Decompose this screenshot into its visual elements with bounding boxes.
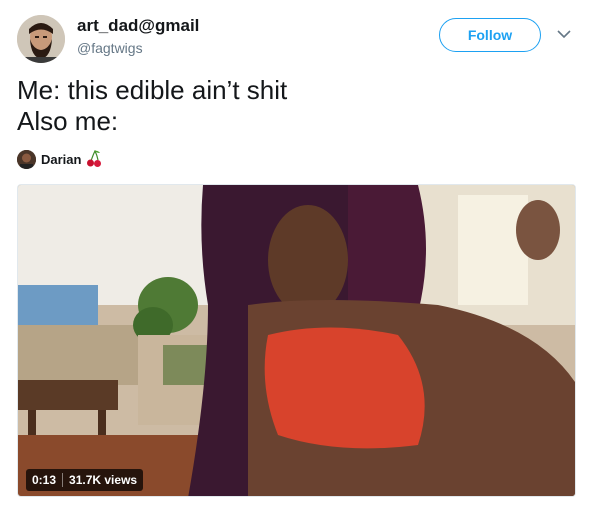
- bearded-man-avatar-icon: [17, 15, 65, 63]
- author-display-name[interactable]: art_dad@gmail: [77, 16, 199, 36]
- tweet-text-line-2: Also me:: [17, 106, 119, 136]
- chevron-down-icon[interactable]: [556, 28, 572, 40]
- author-handle[interactable]: @fagtwigs: [77, 40, 143, 56]
- media-credit[interactable]: Darian: [17, 148, 102, 170]
- badge-divider: [62, 473, 64, 487]
- video-stats-badge: 0:13 31.7K views: [26, 469, 144, 491]
- credit-name[interactable]: Darian: [41, 152, 81, 167]
- video-frame: [18, 185, 575, 496]
- video-duration: 0:13: [32, 473, 57, 487]
- author-avatar[interactable]: [17, 15, 65, 63]
- follow-button[interactable]: Follow: [439, 18, 541, 52]
- cherries-emoji-icon: [87, 150, 102, 167]
- credit-avatar[interactable]: [17, 149, 36, 169]
- tweet-text-line-1: Me: this edible ain’t shit: [17, 75, 288, 105]
- tweet-text: Me: this edible ain’t shit Also me:: [17, 75, 287, 137]
- tweet-video[interactable]: 0:13 31.7K views: [17, 184, 576, 497]
- credit-avatar-icon: [17, 149, 36, 169]
- video-views: 31.7K views: [69, 473, 138, 487]
